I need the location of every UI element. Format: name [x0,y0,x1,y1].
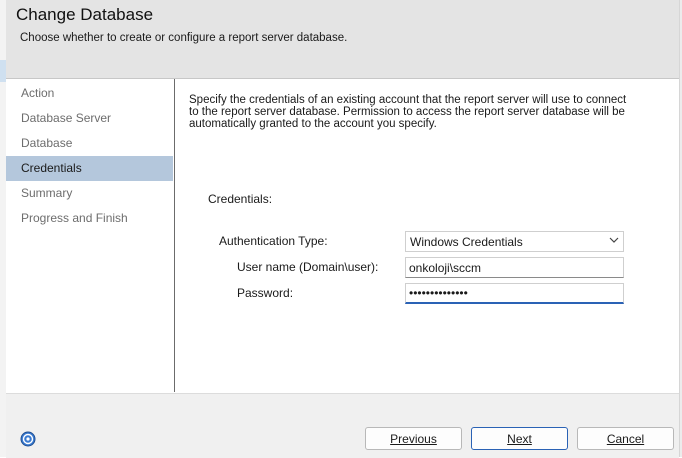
credentials-panel: Specify the credentials of an existing a… [175,79,679,392]
nav-item-progress-and-finish[interactable]: Progress and Finish [6,206,173,231]
next-button[interactable]: Next [471,427,568,450]
nav-item-summary[interactable]: Summary [6,181,173,206]
auth-type-label: Authentication Type: [219,234,328,248]
previous-button[interactable]: Previous [365,427,462,450]
chevron-down-icon [609,237,619,243]
password-label: Password: [237,286,294,300]
instructions-text: Specify the credentials of an existing a… [189,94,627,130]
wizard-steps-nav: Action Database Server Database Credenti… [6,79,175,392]
credentials-section-label: Credentials: [208,192,273,206]
cancel-button[interactable]: Cancel [577,427,674,450]
nav-item-credentials[interactable]: Credentials [6,156,173,181]
nav-item-database[interactable]: Database [6,131,173,156]
username-label: User name (Domain\user): [237,260,379,274]
change-database-dialog: Change Database Choose whether to create… [6,0,679,458]
page-title: Change Database [16,5,154,24]
nav-item-database-server[interactable]: Database Server [6,106,173,131]
auth-type-dropdown[interactable]: Windows Credentials [405,231,624,252]
page-subtitle: Choose whether to create or configure a … [20,32,348,44]
dialog-header: Change Database Choose whether to create… [6,0,679,79]
dialog-footer: Previous Next Cancel [6,393,679,458]
username-field[interactable] [405,257,624,278]
password-field[interactable] [405,283,624,304]
auth-type-value: Windows Credentials [410,235,523,249]
help-icon[interactable] [20,431,36,447]
nav-item-action[interactable]: Action [6,81,173,106]
